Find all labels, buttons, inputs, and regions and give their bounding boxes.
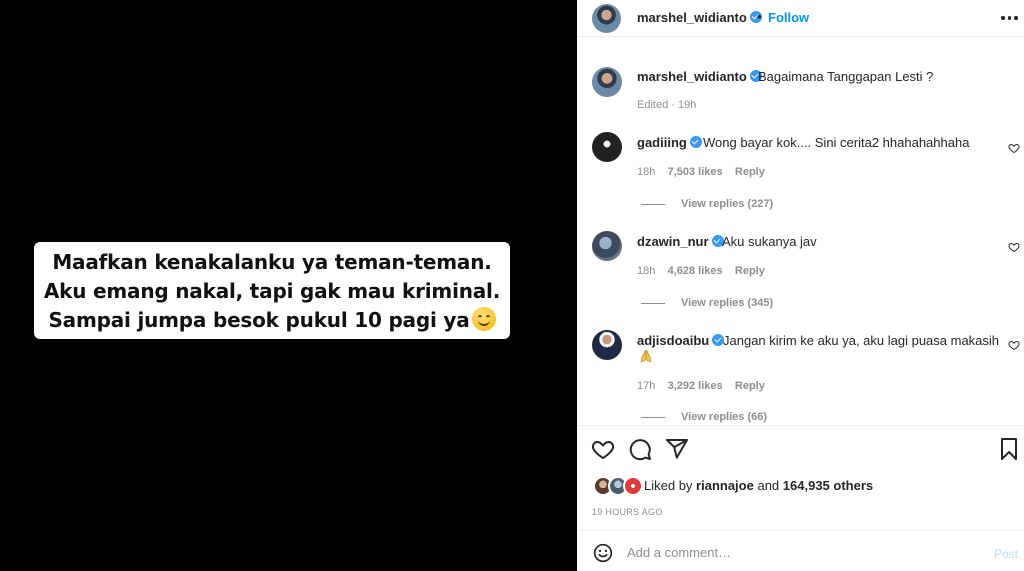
- comment-text: Wong bayar kok.... Sini cerita2 hhahahah…: [703, 135, 970, 150]
- folded-hands-emoji-icon: [640, 349, 652, 363]
- comment-time[interactable]: 18h: [637, 166, 655, 178]
- caption-text: Bagaimana Tanggapan Lesti ?: [758, 69, 934, 84]
- comment-username-wrap[interactable]: gadiiing: [637, 135, 702, 150]
- comment-reply-button[interactable]: Reply: [735, 265, 765, 277]
- comment-reply-button[interactable]: Reply: [735, 166, 765, 178]
- post-comment-button[interactable]: Post: [994, 547, 1018, 561]
- heart-outline-icon[interactable]: [1008, 339, 1020, 351]
- comment-time[interactable]: 17h: [637, 380, 655, 392]
- post-actions: Liked by riannajoe and 164,935 others 19…: [577, 425, 1024, 530]
- view-replies-button[interactable]: View replies (227): [641, 198, 773, 210]
- view-replies-label[interactable]: View replies (345): [681, 297, 773, 309]
- caption-edited: Edited: [637, 99, 669, 111]
- view-replies-label[interactable]: View replies (66): [681, 411, 767, 423]
- comment-username[interactable]: adjisdoaibu: [637, 333, 709, 348]
- comment-text: Aku sukanya jav: [722, 234, 817, 249]
- comment-time[interactable]: 18h: [637, 265, 655, 277]
- owner-username[interactable]: marshel_widianto: [637, 10, 747, 25]
- liked-and: and: [757, 478, 780, 493]
- liker-avatar: [623, 476, 643, 496]
- caption-time[interactable]: 19h: [678, 99, 696, 111]
- comment-avatar[interactable]: [592, 330, 622, 360]
- follow-button[interactable]: Follow: [768, 10, 809, 25]
- liked-by-prefix: Liked by: [644, 478, 693, 493]
- caption-username-wrap[interactable]: marshel_widianto: [637, 69, 762, 84]
- bookmark-save-icon[interactable]: [997, 437, 1021, 461]
- comment-text: Jangan kirim ke aku ya, aku lagi puasa m…: [723, 333, 1000, 348]
- comment-likes[interactable]: 7,503 likes: [668, 166, 723, 178]
- caption-avatar[interactable]: [592, 67, 622, 97]
- caption-username[interactable]: marshel_widianto: [637, 69, 747, 84]
- liked-by-avatars[interactable]: [593, 476, 643, 496]
- like-heart-icon[interactable]: [591, 437, 615, 461]
- media-caption-line-3-wrap: Sampai jumpa besok pukul 10 pagi ya: [42, 306, 502, 335]
- view-replies-line: [641, 302, 665, 304]
- view-replies-line: [641, 416, 665, 418]
- liked-by-user[interactable]: riannajoe: [696, 478, 754, 493]
- share-send-icon[interactable]: [665, 437, 689, 461]
- smiling-face-emoji-icon: [471, 307, 496, 331]
- comment-username-wrap[interactable]: adjisdoaibu: [637, 333, 725, 348]
- view-replies-button[interactable]: View replies (345): [641, 297, 773, 309]
- media-caption-card: Maafkan kenakalanku ya teman-teman. Aku …: [34, 242, 510, 339]
- post-media[interactable]: Maafkan kenakalanku ya teman-teman. Aku …: [0, 0, 577, 571]
- liked-by-summary: Liked by riannajoe and 164,935 others: [644, 478, 873, 493]
- heart-outline-icon[interactable]: [1008, 241, 1020, 253]
- view-replies-label[interactable]: View replies (227): [681, 198, 773, 210]
- owner-avatar[interactable]: [592, 4, 621, 33]
- comment-reply-button[interactable]: Reply: [735, 380, 765, 392]
- post-side-panel: marshel_widianto • Follow marshel_widian…: [577, 0, 1024, 571]
- comment-avatar[interactable]: [592, 132, 622, 162]
- comment-meta: 18h 4,628 likes Reply: [637, 265, 765, 277]
- media-caption-line-2: Aku emang nakal, tapi gak mau kriminal.: [43, 279, 501, 303]
- media-caption-line-1: Maafkan kenakalanku ya teman-teman.: [52, 250, 492, 274]
- comment-username[interactable]: gadiiing: [637, 135, 687, 150]
- caption-meta: Edited · 19h: [637, 99, 697, 111]
- heart-outline-icon[interactable]: [1008, 142, 1020, 154]
- add-comment-bar: Post: [577, 530, 1024, 571]
- owner-username-wrap[interactable]: marshel_widianto: [637, 10, 762, 25]
- comment-username-wrap[interactable]: dzawin_nur: [637, 234, 724, 249]
- view-replies-button[interactable]: View replies (66): [641, 411, 767, 425]
- comment-likes[interactable]: 3,292 likes: [668, 380, 723, 392]
- comment-avatar[interactable]: [592, 231, 622, 261]
- emoji-picker-icon[interactable]: [593, 543, 613, 563]
- view-replies-line: [641, 203, 665, 205]
- post-header: marshel_widianto • Follow: [577, 0, 1024, 37]
- more-horizontal-icon[interactable]: [1001, 16, 1018, 20]
- verified-badge-icon: [689, 136, 702, 148]
- liked-others[interactable]: 164,935 others: [783, 478, 873, 493]
- comment-username[interactable]: dzawin_nur: [637, 234, 709, 249]
- comment-likes[interactable]: 4,628 likes: [668, 265, 723, 277]
- comment-input[interactable]: [627, 543, 967, 561]
- comment-meta: 17h 3,292 likes Reply: [637, 380, 765, 392]
- comment-meta: 18h 7,503 likes Reply: [637, 166, 765, 178]
- post-timestamp[interactable]: 19 HOURS AGO: [592, 507, 663, 517]
- header-separator: •: [757, 9, 762, 24]
- comment-bubble-icon[interactable]: [628, 437, 652, 461]
- media-caption-line-3: Sampai jumpa besok pukul 10 pagi ya: [48, 308, 470, 332]
